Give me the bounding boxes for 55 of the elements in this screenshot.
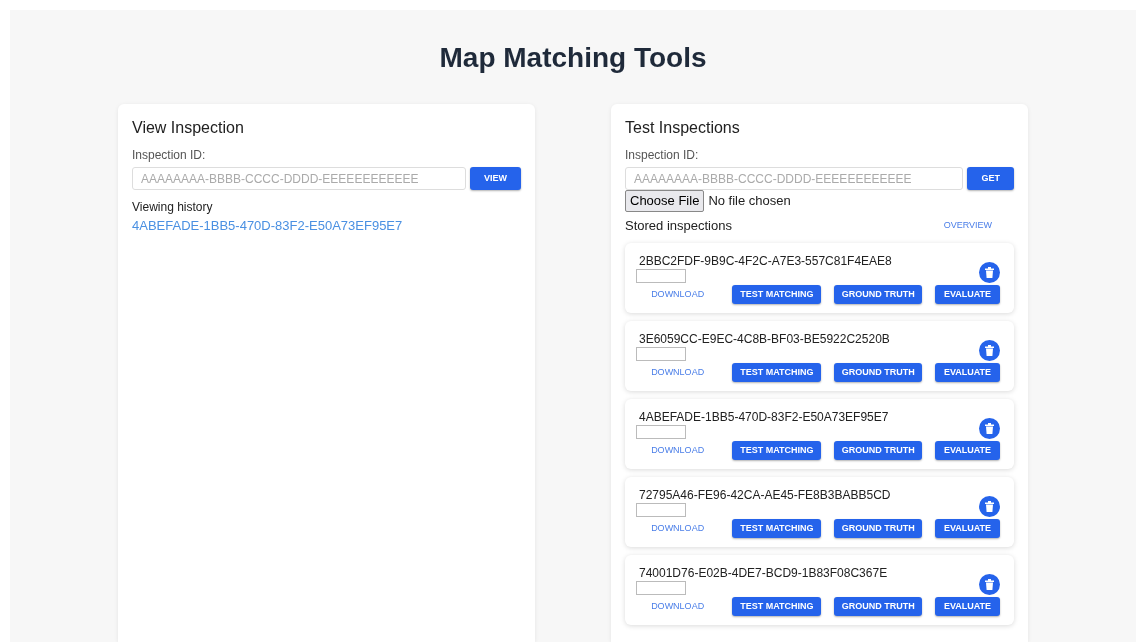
action-button[interactable]: EVALUATE [935,597,1000,616]
action-button[interactable]: EVALUATE [935,519,1000,538]
trash-icon [985,501,994,512]
action-button[interactable]: TEST MATCHING [732,285,821,304]
small-field[interactable] [636,347,686,361]
overview-button[interactable]: OVERVIEW [935,218,1000,232]
inspection-id-field[interactable]: AAAAAAAA-BBBB-CCCC-DDDD-EEEEEEEEEEEE [132,167,466,190]
action-button[interactable]: GROUND TRUTH [833,597,922,616]
small-field[interactable] [636,503,686,517]
trash-icon [985,345,994,356]
action-button[interactable]: GROUND TRUTH [833,441,922,460]
inspection-id: 72795A46-FE96-42CA-AE45-FE8B3BABB5CD [638,488,891,503]
field-label: Inspection ID: [132,147,207,164]
action-button[interactable]: GROUND TRUTH [833,285,922,304]
download-button[interactable]: DOWNLOAD [636,599,720,614]
delete-button[interactable] [979,574,1000,595]
trash-icon [985,579,994,590]
action-button[interactable]: TEST MATCHING [732,363,821,382]
delete-button[interactable] [979,262,1000,283]
small-field[interactable] [636,581,686,595]
panel-heading: View Inspection [132,118,245,138]
action-button[interactable]: EVALUATE [935,363,1000,382]
delete-button[interactable] [979,418,1000,439]
action-button[interactable]: EVALUATE [935,285,1000,304]
history-label: Viewing history [132,199,214,216]
field-label: Inspection ID: [625,147,700,164]
section-label: Stored inspections [625,216,732,235]
small-field[interactable] [636,269,686,283]
download-button[interactable]: DOWNLOAD [636,287,720,302]
small-field[interactable] [636,425,686,439]
choose-file-button[interactable]: Choose File [625,190,705,212]
action-button[interactable]: GROUND TRUTH [833,519,922,538]
view-button[interactable]: VIEW [470,167,521,190]
get-button[interactable]: GET [967,167,1014,190]
file-status: No file chosen [708,192,791,210]
inspection-id: 4ABEFADE-1BB5-470D-83F2-E50A73EF95E7 [638,410,889,425]
trash-icon [985,267,994,278]
page-title: Map Matching Tools [438,41,708,75]
delete-button[interactable] [979,496,1000,517]
inspection-id: 3E6059CC-E9EC-4C8B-BF03-BE5922C2520B [638,332,890,347]
action-button[interactable]: TEST MATCHING [732,519,821,538]
inspection-id-field[interactable]: AAAAAAAA-BBBB-CCCC-DDDD-EEEEEEEEEEEE [625,167,964,190]
panel-heading: Test Inspections [625,118,741,138]
download-button[interactable]: DOWNLOAD [636,521,720,536]
inspection-id: 74001D76-E02B-4DE7-BCD9-1B83F08C367E [638,566,888,581]
download-button[interactable]: DOWNLOAD [636,443,720,458]
trash-icon [985,423,994,434]
delete-button[interactable] [979,340,1000,361]
action-button[interactable]: TEST MATCHING [732,441,821,460]
action-button[interactable]: TEST MATCHING [732,597,821,616]
action-button[interactable]: GROUND TRUTH [833,363,922,382]
download-button[interactable]: DOWNLOAD [636,365,720,380]
inspection-id: 2BBC2FDF-9B9C-4F2C-A7E3-557C81F4EAE8 [638,254,892,269]
action-button[interactable]: EVALUATE [935,441,1000,460]
history-link[interactable]: 4ABEFADE-1BB5-470D-83F2-E50A73EF95E7 [132,216,521,236]
